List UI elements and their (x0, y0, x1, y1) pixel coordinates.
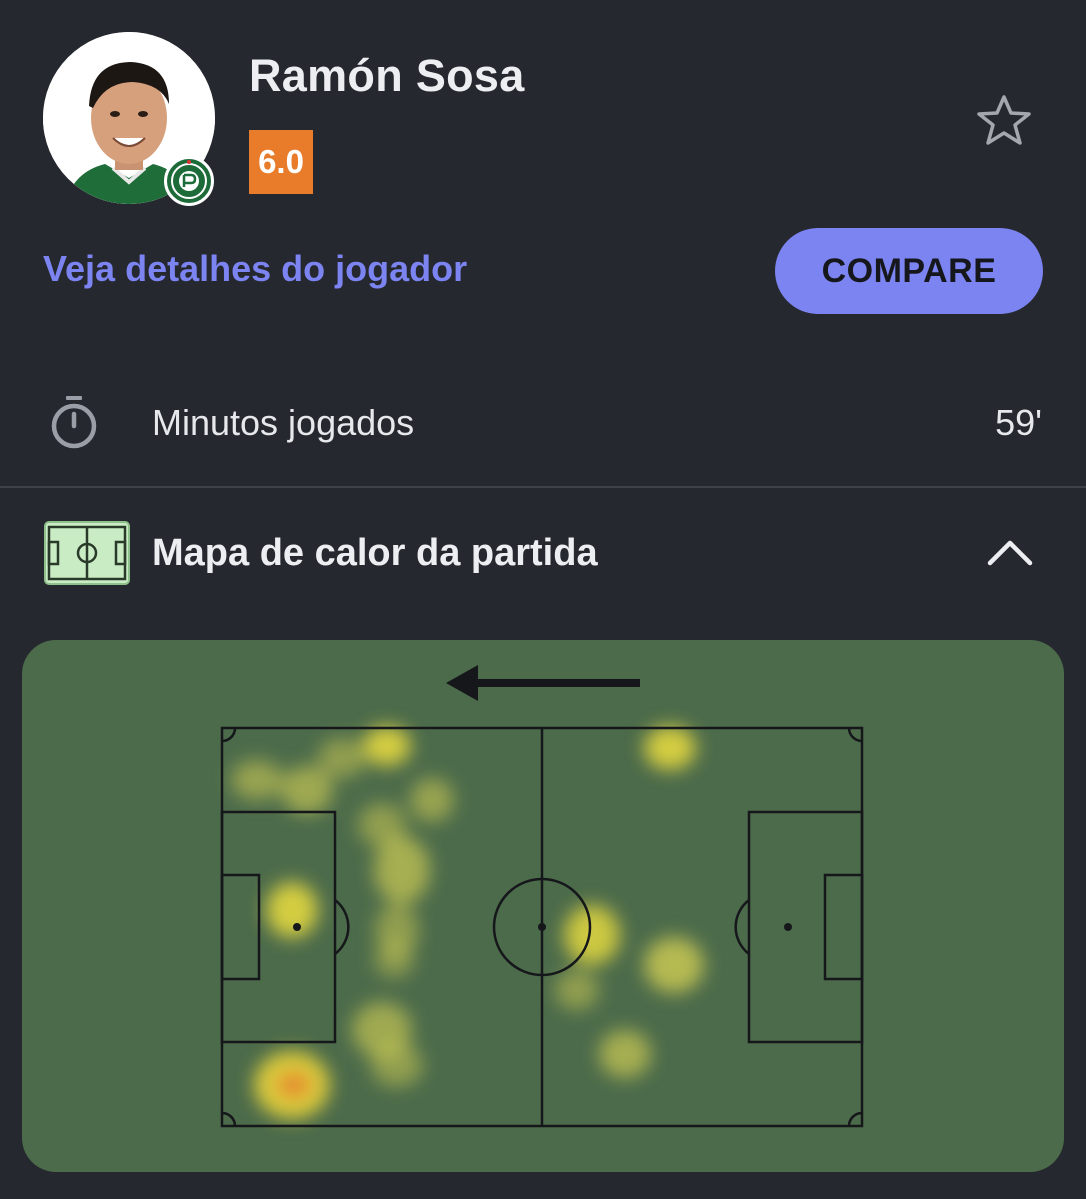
rating-badge: 6.0 (249, 130, 313, 194)
section-divider (0, 486, 1086, 488)
minutes-value: 59' (995, 402, 1042, 443)
heatmap-card (22, 640, 1064, 1172)
stopwatch-icon (48, 394, 100, 450)
pitch-icon (43, 520, 131, 586)
star-outline-icon[interactable] (974, 92, 1034, 148)
player-details-link[interactable]: Veja detalhes do jogador (43, 248, 467, 290)
attack-direction-arrow (446, 665, 640, 701)
minutes-label: Minutos jogados (152, 402, 415, 443)
team-logo (164, 156, 214, 206)
heat-spots (231, 726, 704, 1119)
heatmap-title: Mapa de calor da partida (152, 532, 598, 574)
compare-button[interactable]: COMPARE (775, 228, 1043, 314)
heatmap-pitch (220, 665, 864, 1128)
chevron-up-icon[interactable] (984, 533, 1036, 569)
player-match-card: Ramón Sosa 6.0 Veja detalhes do jogador … (0, 0, 1086, 1199)
player-name: Ramón Sosa (249, 50, 525, 101)
heatmap-section-header[interactable]: Mapa de calor da partida (0, 515, 1086, 595)
minutes-played-row: Minutos jogados 59' (0, 380, 1086, 470)
